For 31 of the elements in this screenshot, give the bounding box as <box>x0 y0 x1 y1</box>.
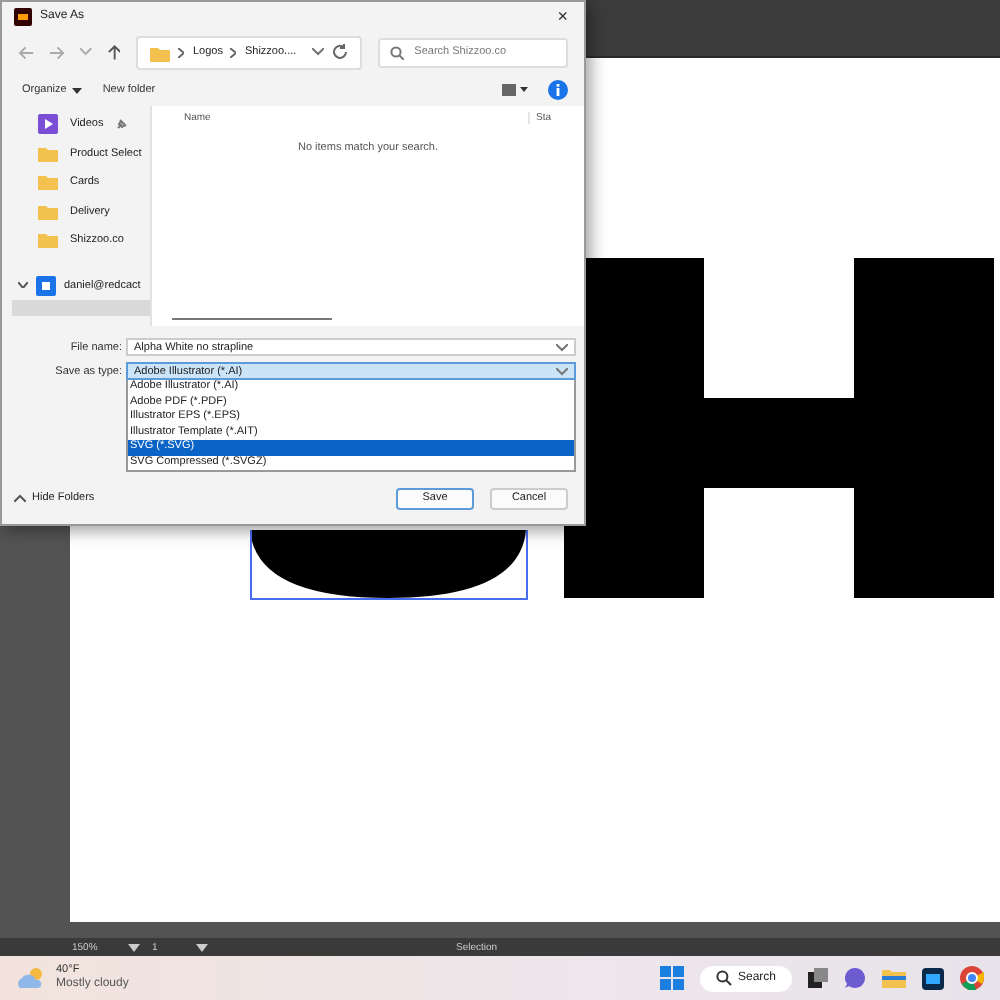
chat-bubble-icon[interactable] <box>844 967 866 989</box>
caret-icon <box>196 943 208 951</box>
close-button[interactable]: × <box>553 7 572 25</box>
caret-icon <box>72 87 83 93</box>
folder-icon <box>38 201 58 222</box>
search-icon <box>715 970 732 986</box>
chevron-down-icon <box>18 282 28 289</box>
video-folder-icon <box>38 114 58 135</box>
horizontal-scrollbar[interactable] <box>172 317 332 320</box>
browser-icon[interactable] <box>960 966 984 990</box>
windows-start-icon[interactable] <box>659 966 684 990</box>
chevron-down-icon[interactable] <box>556 343 568 351</box>
app-icon <box>14 7 32 25</box>
cloud-sun-icon <box>16 966 48 990</box>
folder-icon <box>38 143 58 164</box>
folder-icon[interactable] <box>882 968 906 988</box>
folder-icon <box>38 230 58 251</box>
up-arrow-icon[interactable] <box>107 44 121 60</box>
help-icon[interactable] <box>548 80 568 100</box>
refresh-icon[interactable] <box>332 44 349 60</box>
chevron-down-icon <box>556 367 568 375</box>
caret-icon <box>128 943 140 951</box>
chevron-right-icon <box>178 47 185 57</box>
chevron-right-icon <box>230 47 237 57</box>
account-icon <box>36 275 56 296</box>
chevron-down-icon[interactable] <box>312 48 325 56</box>
task-view-icon[interactable] <box>808 968 828 988</box>
chevron-up-icon <box>14 494 26 502</box>
folder-icon <box>38 172 58 193</box>
view-options-icon[interactable] <box>502 84 528 96</box>
search-icon <box>390 45 405 59</box>
